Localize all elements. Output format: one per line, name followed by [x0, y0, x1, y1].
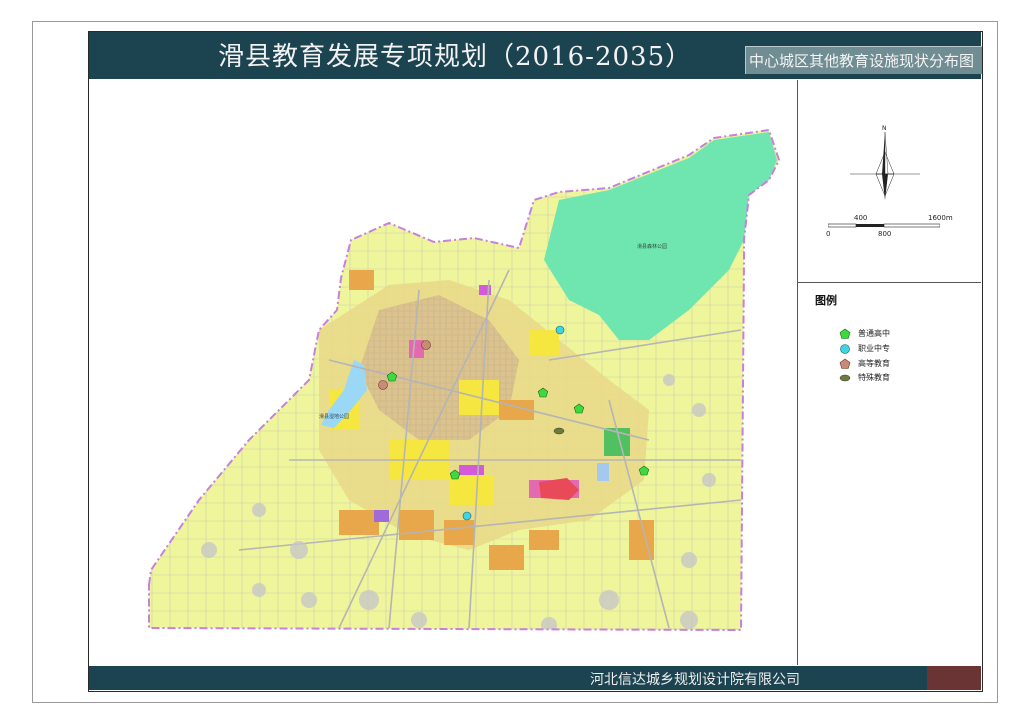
marker-vocational-school[interactable]: [555, 325, 565, 335]
ellipse-icon: [839, 374, 851, 382]
legend-divider: [797, 282, 981, 283]
scale-label: 1600m: [928, 214, 953, 222]
scale-bar: [828, 223, 940, 228]
scale-label: 0: [826, 230, 831, 238]
legend-label: 职业中专: [858, 344, 890, 353]
circle-icon: [840, 344, 850, 354]
legend-title: 图例: [815, 294, 837, 307]
side-panel-divider: [797, 80, 798, 665]
marker-vocational-school[interactable]: [462, 511, 472, 521]
wetland-label: 滑县湿地公园: [319, 413, 349, 420]
legend-item-special-education: 特殊教育: [838, 372, 958, 386]
legend-item-vocational: 职业中专: [838, 343, 958, 357]
north-label: N: [882, 125, 887, 132]
pentagon-icon: [839, 328, 851, 339]
forest-park-label: 滑县森林公园: [637, 243, 667, 250]
footer-accent: [927, 666, 981, 690]
legend-label: 特殊教育: [858, 373, 890, 382]
footer-bar: [89, 666, 927, 690]
marker-higher-education[interactable]: [421, 340, 431, 350]
city-map[interactable]: 滑县森林公园 滑县湿地公园: [89, 80, 797, 665]
marker-special-education[interactable]: [553, 427, 565, 435]
scale-label: 800: [878, 230, 892, 238]
legend-label: 高等教育: [858, 359, 890, 368]
pentagon-icon: [839, 358, 851, 369]
legend-label: 普通高中: [858, 329, 890, 338]
marker-higher-education[interactable]: [378, 380, 388, 390]
legend-item-high-school: 普通高中: [838, 328, 958, 342]
map-title: 滑县教育发展专项规划（2016-2035）: [218, 42, 693, 72]
map-subtitle: 中心城区其他教育设施现状分布图: [749, 52, 975, 70]
legend-item-higher-education: 高等教育: [838, 358, 958, 372]
scale-label: 400: [854, 214, 868, 222]
company-name: 河北信达城乡规划设计院有限公司: [590, 672, 800, 688]
north-arrow-icon: N: [850, 125, 920, 200]
